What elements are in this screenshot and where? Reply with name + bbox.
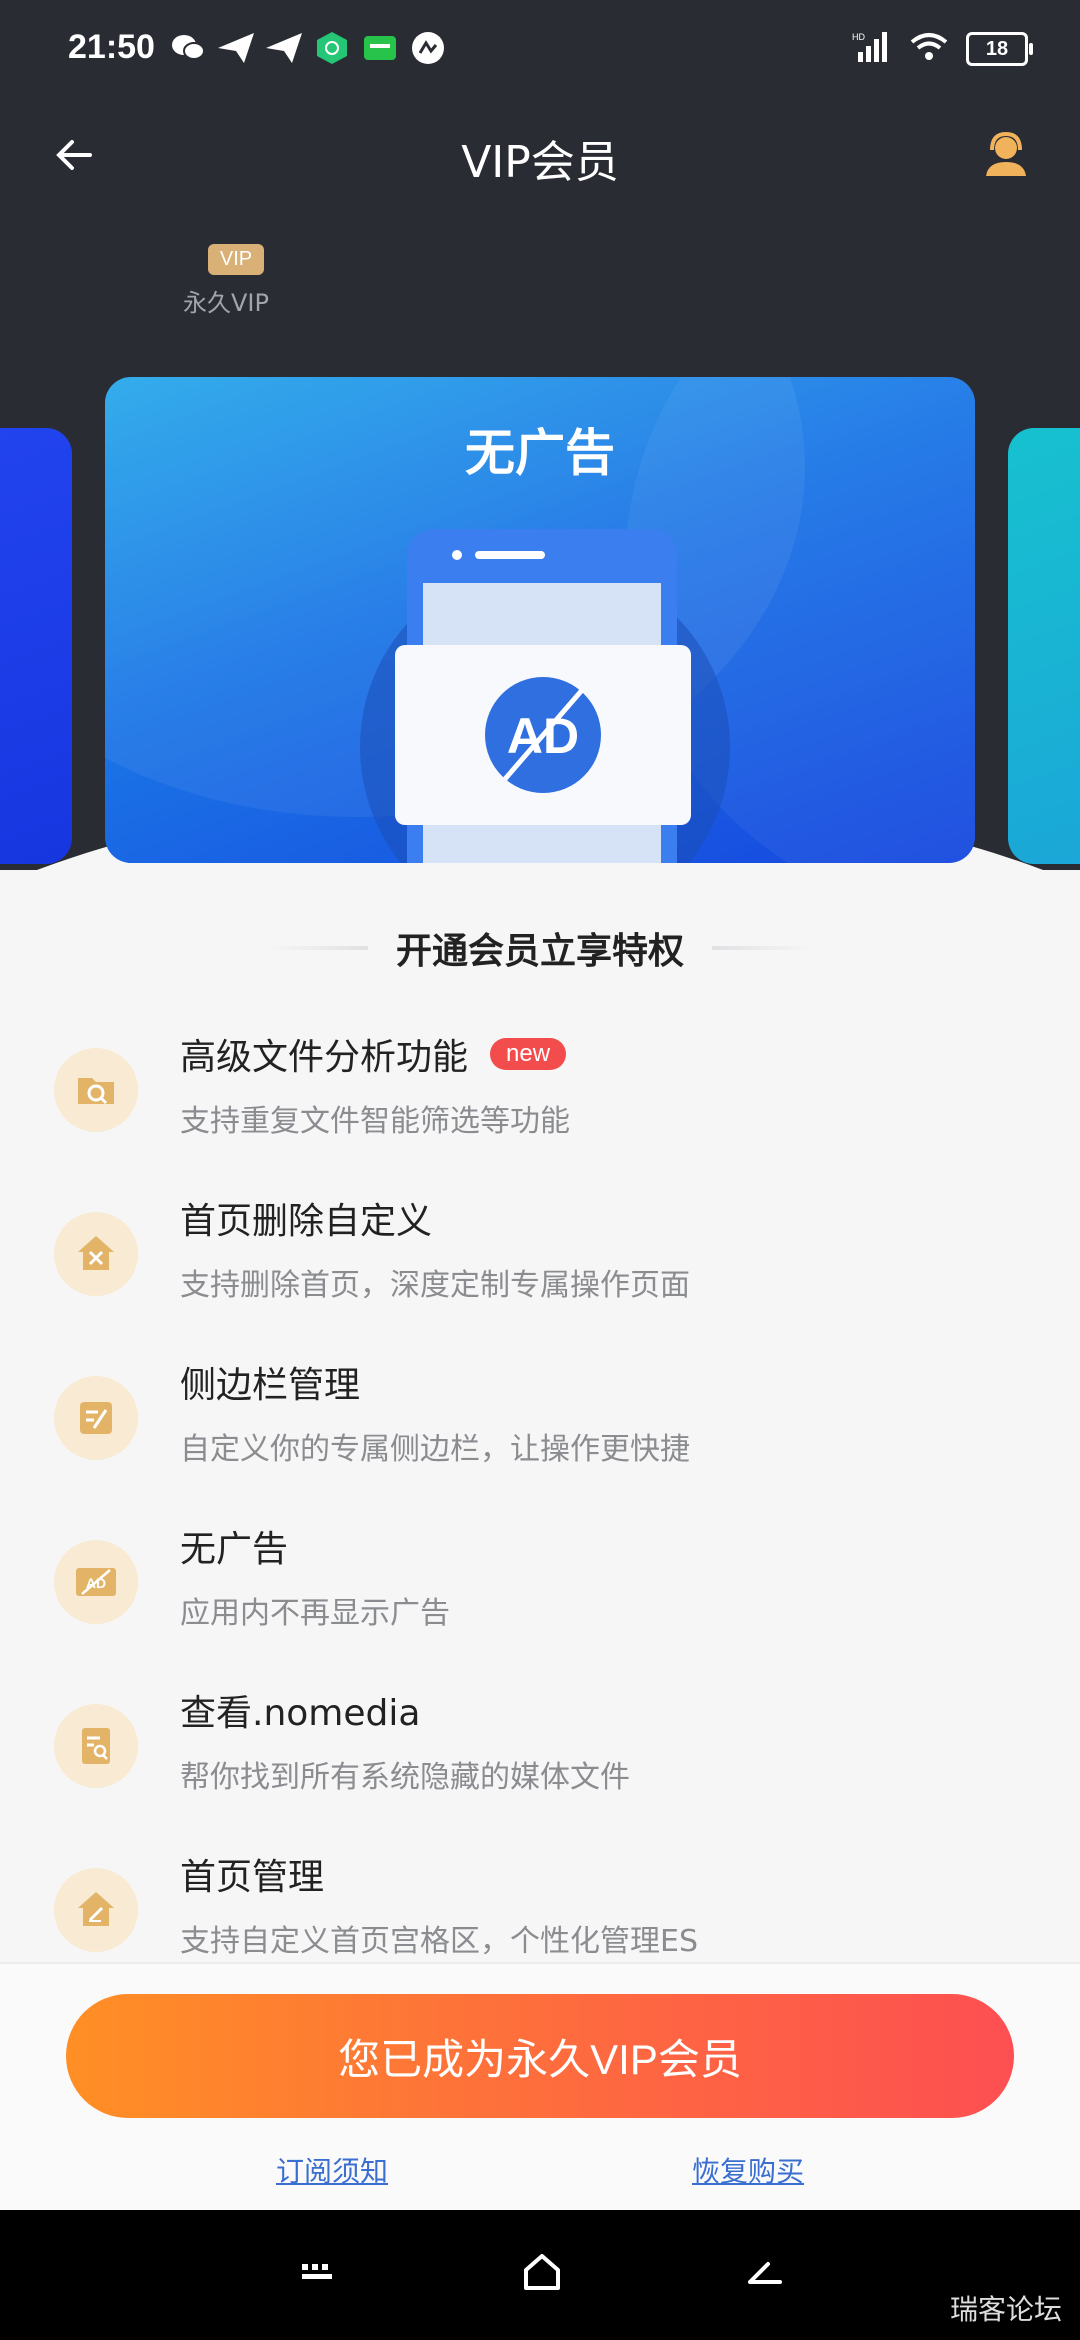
feature-item[interactable]: 高级文件分析功能 new 支持重复文件智能筛选等功能 bbox=[0, 1028, 1080, 1158]
feature-title: 高级文件分析功能 bbox=[180, 1037, 469, 1078]
wechat-icon bbox=[170, 30, 206, 66]
privileges-heading: 开通会员立享特权 bbox=[0, 918, 1080, 978]
carousel-card-title: 无广告 bbox=[465, 424, 615, 482]
back-icon[interactable] bbox=[744, 2250, 794, 2300]
folder-search-icon bbox=[54, 1048, 138, 1132]
system-navigation-bar: 瑞客论坛 bbox=[0, 2210, 1080, 2340]
carousel-card-previous[interactable] bbox=[0, 428, 72, 864]
wifi-icon bbox=[910, 32, 948, 66]
feature-description: 支持重复文件智能筛选等功能 bbox=[180, 1104, 570, 1139]
menu-icon[interactable] bbox=[298, 2250, 348, 2300]
customer-service-button[interactable] bbox=[980, 128, 1032, 180]
vip-tier[interactable]: VIP 永久VIP bbox=[183, 244, 286, 318]
signal-hd-icon: HD bbox=[852, 30, 892, 68]
status-time: 21:50 bbox=[68, 28, 155, 66]
home-icon[interactable] bbox=[520, 2250, 570, 2300]
feature-item[interactable]: 侧边栏管理 自定义你的专属侧边栏，让操作更快捷 bbox=[0, 1356, 1080, 1486]
feature-description: 自定义你的专属侧边栏，让操作更快捷 bbox=[180, 1432, 690, 1467]
feature-title: 首页删除自定义 bbox=[180, 1201, 433, 1242]
no-ad-illustration: AD bbox=[360, 529, 730, 863]
carousel-card-next[interactable] bbox=[1008, 428, 1080, 864]
navigation-bar: VIP会员 bbox=[0, 110, 1080, 200]
feature-description: 支持删除首页，深度定制专属操作页面 bbox=[180, 1268, 690, 1303]
svg-text:HD: HD bbox=[852, 32, 865, 42]
sidebar-edit-icon bbox=[54, 1376, 138, 1460]
status-right-icons: HD 18 bbox=[852, 30, 1033, 68]
subscription-terms-link[interactable]: 订阅须知 bbox=[276, 2150, 388, 2190]
battery-icon: 18 bbox=[966, 32, 1033, 66]
send-icon bbox=[266, 30, 302, 66]
feature-item[interactable]: 首页管理 支持自定义首页宫格区，个性化管理ES bbox=[0, 1848, 1080, 1978]
feature-title: 查看.nomedia bbox=[180, 1693, 421, 1734]
section-title: 开通会员立享特权 bbox=[395, 931, 684, 972]
home-edit-icon bbox=[54, 1868, 138, 1952]
send-icon bbox=[218, 30, 254, 66]
vip-badge: VIP bbox=[207, 244, 265, 275]
carousel-card-current[interactable]: 无广告 AD bbox=[105, 377, 975, 863]
feature-title: 侧边栏管理 bbox=[180, 1365, 361, 1406]
watermark: 瑞客论坛 bbox=[949, 2293, 1062, 2326]
notification-icons bbox=[170, 30, 446, 66]
no-ad-icon: AD bbox=[54, 1540, 138, 1624]
feature-title: 无广告 bbox=[180, 1529, 289, 1570]
feature-item[interactable]: 查看.nomedia 帮你找到所有系统隐藏的媒体文件 bbox=[0, 1684, 1080, 1814]
page-title: VIP会员 bbox=[461, 137, 619, 188]
app-store-icon bbox=[314, 30, 350, 66]
feature-description: 帮你找到所有系统隐藏的媒体文件 bbox=[180, 1760, 630, 1795]
feature-item[interactable]: 首页删除自定义 支持删除首页，深度定制专属操作页面 bbox=[0, 1192, 1080, 1322]
home-delete-icon bbox=[54, 1212, 138, 1296]
feature-title: 首页管理 bbox=[180, 1857, 325, 1898]
status-bar: 21:50 HD 18 bbox=[0, 0, 1080, 100]
customer-service-icon bbox=[986, 131, 1026, 176]
iqiyi-icon bbox=[362, 30, 398, 66]
divider-left bbox=[267, 946, 368, 950]
bottom-panel: 您已成为永久VIP会员 订阅须知 恢复购买 bbox=[0, 1962, 1080, 2212]
vip-status-button[interactable]: 您已成为永久VIP会员 bbox=[66, 1994, 1014, 2118]
ocr-icon bbox=[410, 30, 446, 66]
feature-description: 支持自定义首页宫格区，个性化管理ES bbox=[180, 1924, 698, 1959]
restore-purchase-link[interactable]: 恢复购买 bbox=[692, 2150, 804, 2190]
divider-right bbox=[712, 946, 812, 950]
feature-item[interactable]: AD 无广告 应用内不再显示广告 bbox=[0, 1520, 1080, 1650]
new-badge: new bbox=[490, 1038, 567, 1070]
vip-tier-label: 永久VIP bbox=[183, 289, 269, 317]
feature-description: 应用内不再显示广告 bbox=[180, 1596, 450, 1631]
file-search-icon bbox=[54, 1704, 138, 1788]
